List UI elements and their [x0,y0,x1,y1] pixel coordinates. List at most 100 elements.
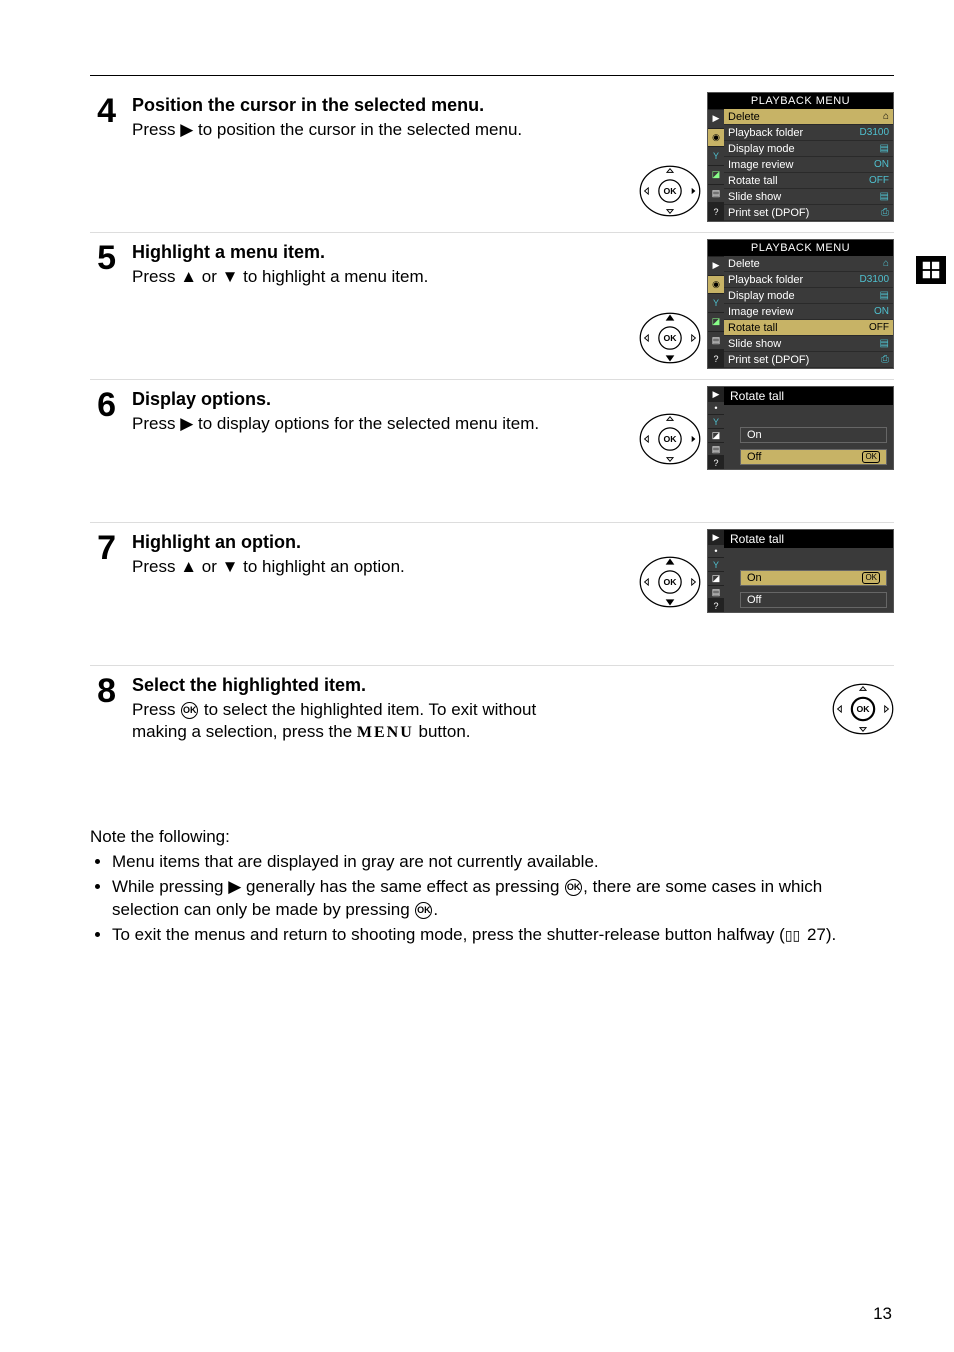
step-title: Position the cursor in the selected menu… [132,94,562,117]
option-menu-screenshot: ▶ • Y ◪ ▤ ? Rotate tall OnOK Off [707,529,894,613]
menu-item: Image reviewON [724,157,893,173]
section-tab-icon [916,256,946,284]
tab-camera-icon: ◉ [708,275,724,294]
step-title: Highlight an option. [132,531,562,554]
tab-recent-icon: ▤ [708,442,724,456]
ok-button-icon: OK [181,702,198,719]
menu-item: Delete⌂ [724,256,893,272]
right-arrow-icon: ▶ [180,120,193,139]
notes-list: Menu items that are displayed in gray ar… [90,851,894,947]
help-icon: ? [708,202,724,221]
menu-item: Slide show▤ [724,189,893,205]
updown-arrow-icon: ▲ or ▼ [180,267,238,286]
tab-recent-icon: ▤ [708,585,724,599]
tab-camera-icon: • [708,401,724,415]
step-number: 6 [90,388,116,422]
ok-badge-icon: OK [862,451,880,463]
tab-wrench-icon: Y [708,414,724,428]
help-icon: ? [708,598,724,612]
tab-play-icon: ▶ [708,387,724,401]
svg-text:OK: OK [663,434,677,444]
menu-item-delete: Delete⌂ [724,109,893,125]
step-graphic: OK PLAYBACK MENU ▶ ◉ Y ◪ ▤ ? [574,92,894,226]
menu-button-label: MENU [357,724,414,741]
option-off: OffOK [740,449,887,465]
step-body: Press ▲ or ▼ to highlight an option. [132,556,562,578]
menu-item: Image reviewON [724,304,893,320]
menu-item-rotate-tall: Rotate tallOFF [724,320,893,336]
tab-retouch-icon: ◪ [708,312,724,331]
menu-item: Playback folderD3100 [724,125,893,141]
right-arrow-icon: ▶ [228,877,241,896]
menu-item: Playback folderD3100 [724,272,893,288]
step-7: 7 Highlight an option. Press ▲ or ▼ to h… [90,523,894,666]
option-menu-screenshot: ▶ • Y ◪ ▤ ? Rotate tall On OffOK [707,386,894,470]
multi-selector-horizontal-icon: OK [639,408,701,470]
playback-menu-screenshot: PLAYBACK MENU ▶ ◉ Y ◪ ▤ ? Delete⌂ Playba… [707,239,894,369]
menu-item: Print set (DPOF)⎙ [724,205,893,221]
menu-item: Slide show▤ [724,336,893,352]
step-title: Highlight a menu item. [132,241,562,264]
step-number: 7 [90,531,116,565]
notes-intro: Note the following: [90,826,894,849]
step-body: Press OK to select the highlighted item.… [132,699,562,744]
option-title: Rotate tall [724,387,893,405]
svg-text:OK: OK [663,577,677,587]
multi-selector-vertical-icon: OK [639,307,701,369]
step-4: 4 Position the cursor in the selected me… [90,86,894,233]
step-text: Display options. Press ▶ to display opti… [128,386,562,435]
menu-list: Delete⌂ Playback folderD3100 Display mod… [724,109,893,221]
option-on: OnOK [740,570,887,586]
multi-selector-horizontal-icon: OK [639,160,701,222]
step-graphic: OK PLAYBACK MENU ▶ ◉ Y ◪ ▤ ? [574,239,894,373]
tab-wrench-icon: Y [708,293,724,312]
ok-button-icon: OK [415,902,432,919]
tab-play-icon: ▶ [708,256,724,275]
playback-menu-screenshot: PLAYBACK MENU ▶ ◉ Y ◪ ▤ ? Delete⌂ Playba… [707,92,894,222]
notes: Note the following: Menu items that are … [90,826,894,947]
step-number: 5 [90,241,116,275]
multi-selector-ok-icon: OK [832,678,894,740]
step-number: 4 [90,94,116,128]
tab-camera-icon: ◉ [708,128,724,147]
step-text: Highlight a menu item. Press ▲ or ▼ to h… [128,239,562,288]
step-body: Press ▶ to display options for the selec… [132,413,562,435]
note-item: While pressing ▶ generally has the same … [112,876,894,922]
menu-item: Rotate tallOFF [724,173,893,189]
step-8: 8 Select the highlighted item. Press OK … [90,666,894,808]
menu-title: PLAYBACK MENU [708,240,893,256]
step-5: 5 Highlight a menu item. Press ▲ or ▼ to… [90,233,894,380]
ok-badge-icon: OK [862,572,880,584]
tab-retouch-icon: ◪ [708,428,724,442]
step-title: Select the highlighted item. [132,674,562,697]
page-number: 13 [873,1304,892,1324]
ok-button-icon: OK [565,879,582,896]
svg-text:OK: OK [663,333,677,343]
step-text: Position the cursor in the selected menu… [128,92,562,141]
step-6: 6 Display options. Press ▶ to display op… [90,380,894,523]
step-graphic: OK [574,672,894,744]
top-rule [90,75,894,76]
menu-list: Delete⌂ Playback folderD3100 Display mod… [724,256,893,368]
step-graphic: OK ▶ • Y ◪ ▤ ? Rotate ta [574,386,894,474]
menu-title: PLAYBACK MENU [708,93,893,109]
option-off: Off [740,592,887,608]
setup-icon [920,259,942,281]
tab-wrench-icon: Y [708,557,724,571]
multi-selector-vertical-icon: OK [639,551,701,613]
help-icon: ? [708,349,724,368]
tab-recent-icon: ▤ [708,331,724,350]
tab-retouch-icon: ◪ [708,571,724,585]
step-text: Highlight an option. Press ▲ or ▼ to hig… [128,529,562,578]
page-ref-icon: ▯▯ [785,926,800,945]
tab-play-icon: ▶ [708,109,724,128]
option-on: On [740,427,887,443]
svg-text:OK: OK [663,186,677,196]
step-title: Display options. [132,388,562,411]
tab-play-icon: ▶ [708,530,724,544]
svg-text:OK: OK [856,704,870,714]
menu-item: Display mode▤ [724,141,893,157]
step-number: 8 [90,674,116,708]
step-body: Press ▶ to position the cursor in the se… [132,119,562,141]
step-graphic: OK ▶ • Y ◪ ▤ ? Rotate ta [574,529,894,617]
